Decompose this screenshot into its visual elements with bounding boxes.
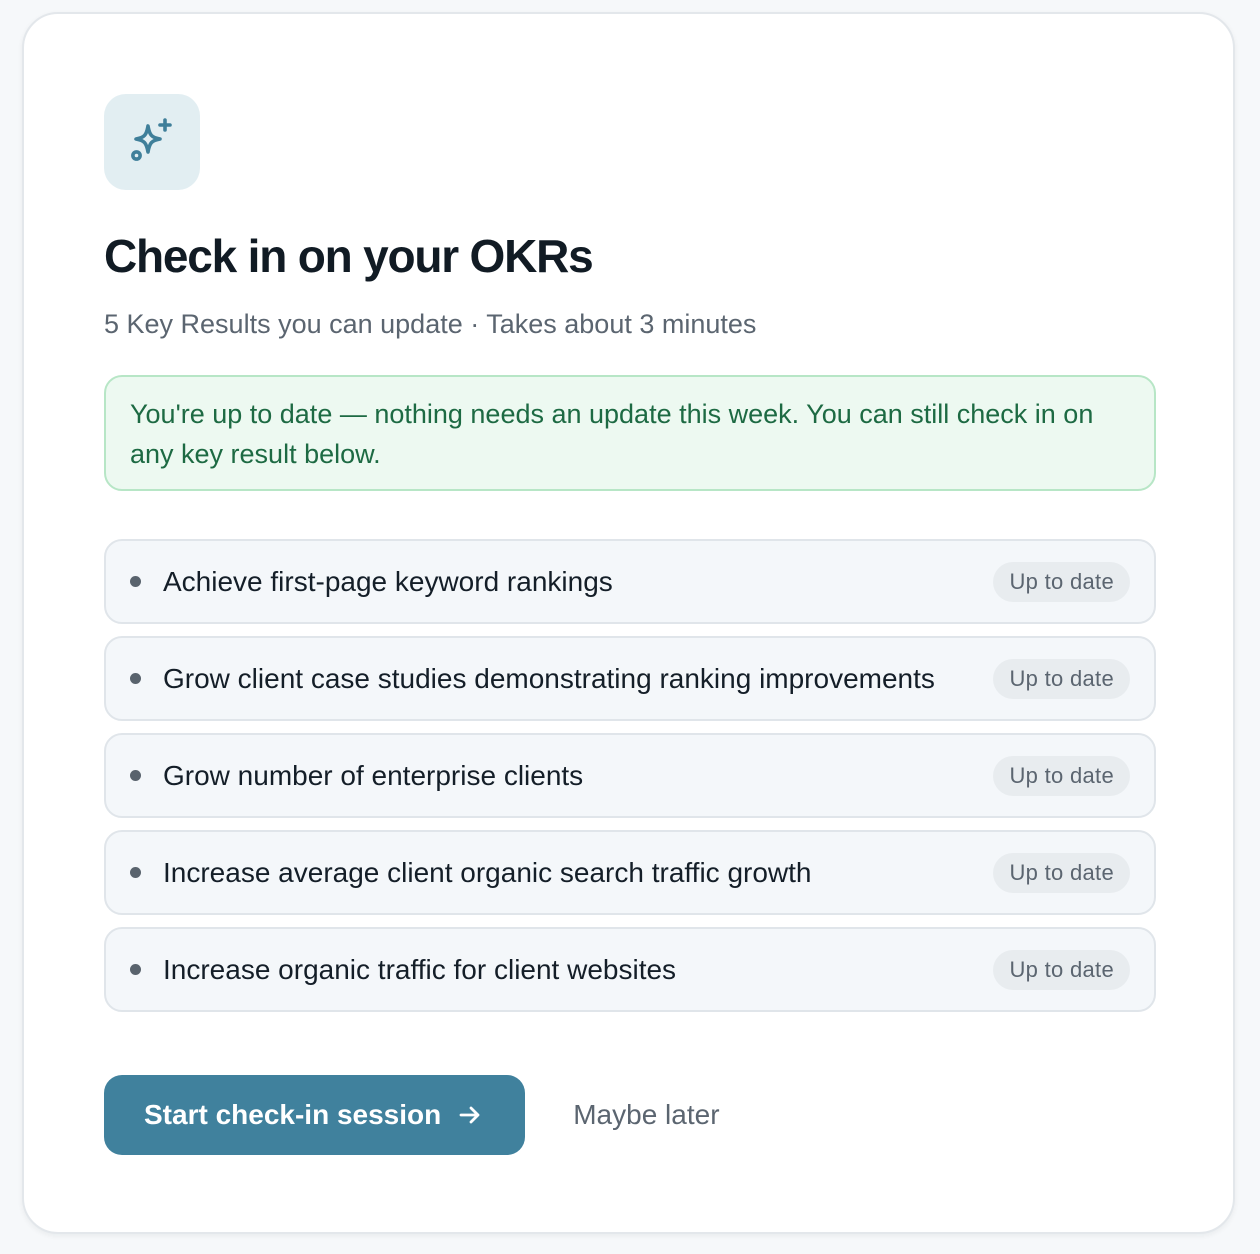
status-badge: Up to date [993,755,1130,796]
key-result-label: Grow number of enterprise clients [163,759,584,791]
key-result-label: Grow client case studies demonstrating r… [163,662,935,694]
key-result-row[interactable]: Grow number of enterprise clients Up to … [104,733,1156,818]
status-badge: Up to date [993,658,1130,699]
key-result-label: Increase average client organic search t… [163,856,812,888]
bullet-icon [130,867,141,878]
status-badge: Up to date [993,949,1130,990]
check-in-card: Check in on your OKRs 5 Key Results you … [22,12,1235,1234]
key-result-row[interactable]: Achieve first-page keyword rankings Up t… [104,539,1156,624]
subtitle: 5 Key Results you can update · Takes abo… [104,309,757,339]
bullet-icon [130,673,141,684]
key-result-row[interactable]: Increase organic traffic for client webs… [104,927,1156,1012]
maybe-later-button[interactable]: Maybe later [573,1099,719,1131]
key-result-label: Increase organic traffic for client webs… [163,953,677,985]
status-badge: Up to date [993,852,1130,893]
sparkles-icon [131,118,172,161]
bullet-icon [130,964,141,975]
bullet-icon [130,770,141,781]
page-title: Check in on your OKRs [104,230,594,282]
action-bar: Start check-in session Maybe later [104,1075,720,1155]
bullet-icon [130,576,141,587]
up-to-date-notice: You're up to date — nothing needs an upd… [104,375,1156,491]
key-result-row[interactable]: Grow client case studies demonstrating r… [104,636,1156,721]
start-check-in-label: Start check-in session [144,1099,442,1130]
start-check-in-button[interactable]: Start check-in session [104,1075,526,1155]
key-result-row[interactable]: Increase average client organic search t… [104,830,1156,915]
key-result-list: Achieve first-page keyword rankings Up t… [104,539,1156,1024]
icon-tile [104,94,200,190]
status-badge: Up to date [993,561,1130,602]
key-result-label: Achieve first-page keyword rankings [163,565,613,597]
arrow-right-icon [457,1102,483,1128]
